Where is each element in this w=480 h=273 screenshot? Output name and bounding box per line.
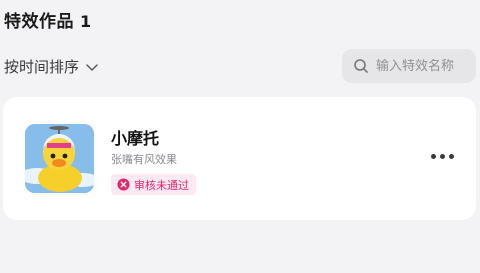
effect-name: 小摩托 <box>111 129 160 148</box>
more-options-button[interactable] <box>431 154 454 159</box>
x-circle-icon <box>117 178 130 191</box>
duck-illustration <box>25 124 94 193</box>
effect-card[interactable]: 小摩托 张嘴有风效果 审核未通过 <box>3 97 476 220</box>
more-horizontal-icon <box>431 154 436 159</box>
effect-description: 张嘴有风效果 <box>111 153 177 166</box>
status-text: 审核未通过 <box>134 178 189 192</box>
effects-count: 1 <box>80 12 92 31</box>
sort-dropdown[interactable]: 按时间排序 <box>4 56 99 77</box>
effect-thumbnail[interactable] <box>25 124 94 193</box>
page-header: 特效作品 1 <box>4 7 92 32</box>
search-input[interactable] <box>376 58 472 74</box>
search-box[interactable] <box>342 49 476 83</box>
status-badge: 审核未通过 <box>111 174 196 195</box>
search-icon <box>354 59 368 73</box>
sort-label: 按时间排序 <box>4 58 80 76</box>
page-title: 特效作品 <box>4 12 74 32</box>
chevron-down-icon <box>86 63 98 71</box>
